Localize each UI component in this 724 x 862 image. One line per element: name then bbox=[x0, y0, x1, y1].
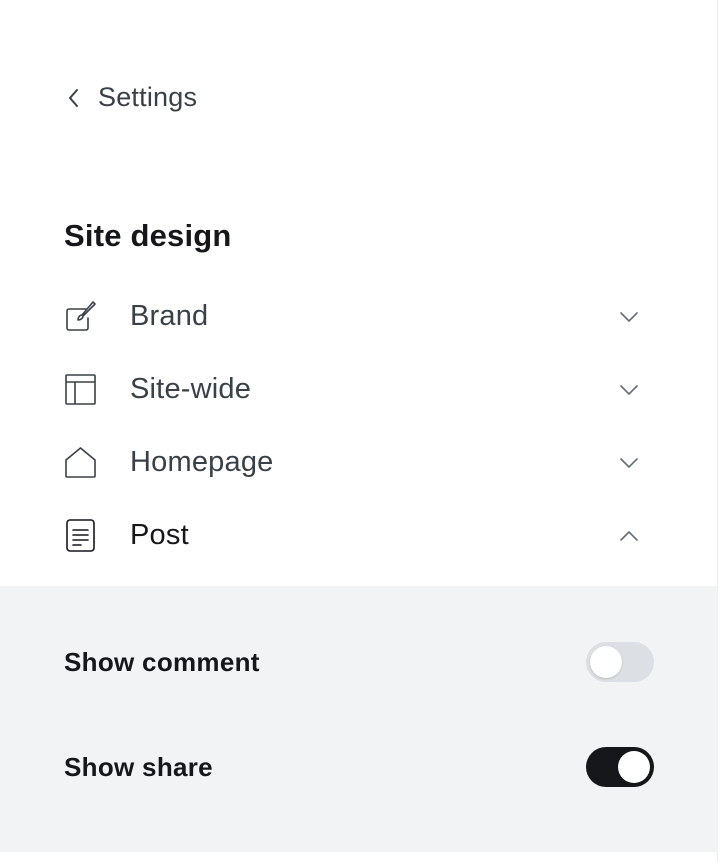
section-title: Site design bbox=[64, 218, 232, 253]
document-icon bbox=[64, 519, 97, 552]
brush-icon bbox=[64, 300, 97, 333]
chevron-left-icon bbox=[64, 88, 82, 107]
home-icon bbox=[64, 446, 97, 479]
nav-item-site-wide[interactable]: Site-wide bbox=[64, 353, 654, 426]
chevron-up-icon bbox=[618, 525, 640, 547]
show-share-toggle[interactable] bbox=[586, 747, 654, 787]
back-to-settings-link[interactable]: Settings bbox=[64, 82, 197, 113]
nav-item-homepage[interactable]: Homepage bbox=[64, 426, 654, 499]
back-link-label: Settings bbox=[98, 82, 198, 112]
toggle-knob bbox=[618, 751, 650, 783]
nav-item-post[interactable]: Post bbox=[64, 499, 654, 572]
show-share-row: Show share bbox=[64, 746, 654, 788]
nav-item-brand[interactable]: Brand bbox=[64, 280, 654, 353]
chevron-down-icon bbox=[618, 306, 640, 328]
chevron-down-icon bbox=[618, 452, 640, 474]
design-settings-panel: Settings Site design Brand Site-wide Hom… bbox=[0, 0, 718, 862]
toggle-knob bbox=[590, 646, 622, 678]
design-nav-list: Brand Site-wide Homepage Post bbox=[64, 280, 654, 572]
show-comment-toggle[interactable] bbox=[586, 642, 654, 682]
nav-item-label: Site-wide bbox=[130, 373, 252, 405]
layout-icon bbox=[64, 373, 97, 406]
nav-item-label: Homepage bbox=[130, 446, 274, 478]
nav-item-label: Brand bbox=[130, 300, 209, 332]
show-share-label: Show share bbox=[64, 751, 213, 782]
nav-item-label: Post bbox=[130, 519, 189, 551]
chevron-down-icon bbox=[618, 379, 640, 401]
show-comment-row: Show comment bbox=[64, 641, 654, 683]
post-settings-panel: Show comment Show share bbox=[0, 586, 718, 852]
show-comment-label: Show comment bbox=[64, 646, 260, 677]
